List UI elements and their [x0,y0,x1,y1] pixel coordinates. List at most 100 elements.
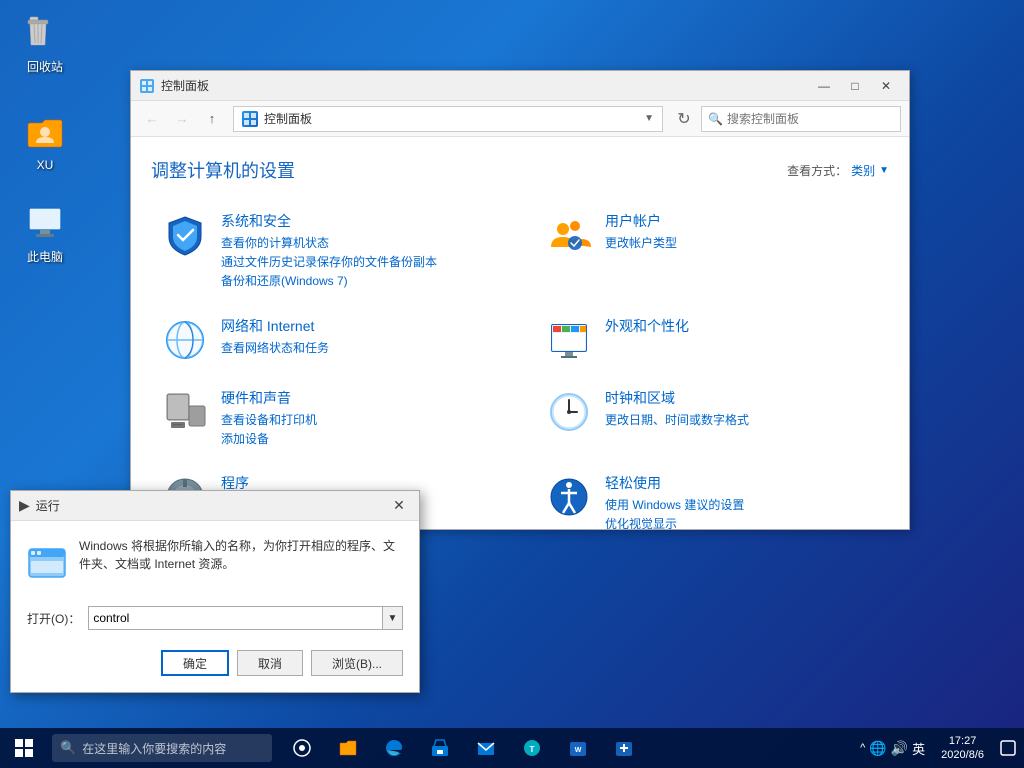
control-panel-title: 控制面板 [161,77,803,94]
taskbar-clock: 17:27 [949,734,977,748]
appearance-name[interactable]: 外观和个性化 [605,316,889,336]
taskbar-app2[interactable]: W [556,728,600,768]
system-security-icon [161,211,209,259]
view-mode-value[interactable]: 类别 [851,162,875,179]
run-dialog-titlebar: ▶ 运行 ✕ [11,491,419,521]
tray-volume-icon[interactable]: 🔊 [891,740,908,757]
notification-button[interactable] [992,728,1024,768]
category-network[interactable]: 网络和 Internet 查看网络状态和任务 [161,308,505,372]
add-device-link[interactable]: 添加设备 [221,430,505,449]
desktop-icon-computer[interactable]: 此电脑 [10,200,80,269]
category-clock[interactable]: 时钟和区域 更改日期、时间或数字格式 [545,380,889,457]
content-header: 调整计算机的设置 查看方式： 类别 ▼ [151,157,889,183]
ease-access-name[interactable]: 轻松使用 [605,473,889,493]
run-command-input[interactable] [88,606,383,630]
svg-text:T: T [530,745,535,754]
maximize-button[interactable]: □ [840,76,870,96]
address-dropdown-icon[interactable]: ▼ [644,113,654,124]
category-system-security[interactable]: 系统和安全 查看你的计算机状态 通过文件历史记录保存你的文件备份副本 备份和还原… [161,203,505,300]
tray-network-icon[interactable]: 🌐 [869,740,886,757]
date-time-link[interactable]: 更改日期、时间或数字格式 [605,411,889,430]
view-devices-link[interactable]: 查看设备和打印机 [221,411,505,430]
search-input[interactable] [727,112,894,126]
file-history-link[interactable]: 通过文件历史记录保存你的文件备份副本 [221,253,505,272]
file-explorer-button[interactable] [326,728,370,768]
recycle-bin-icon [25,14,65,54]
run-title-text: 运行 [36,497,381,514]
category-hardware[interactable]: 硬件和声音 查看设备和打印机 添加设备 [161,380,505,457]
up-button[interactable]: ↑ [199,106,225,132]
run-dropdown-button[interactable]: ▼ [383,606,403,630]
user-folder-icon [25,114,65,154]
run-dialog: ▶ 运行 ✕ Windows 将根据你所输入的名称，为你打开相应的程序、文件夹、… [10,490,420,693]
system-security-name[interactable]: 系统和安全 [221,211,505,231]
task-view-button[interactable] [280,728,324,768]
desktop-icon-user[interactable]: XU [10,110,80,176]
computer-icon [25,204,65,244]
hardware-text: 硬件和声音 查看设备和打印机 添加设备 [221,388,505,449]
run-title-icon: ▶ [19,497,30,514]
hardware-name[interactable]: 硬件和声音 [221,388,505,408]
recycle-bin-label: 回收站 [27,58,63,75]
clock-icon [545,388,593,436]
category-ease-access[interactable]: 轻松使用 使用 Windows 建议的设置 优化视觉显示 [545,465,889,529]
user-icon-label: XU [37,158,54,172]
view-mode-label: 查看方式： [787,162,847,179]
forward-button[interactable]: → [169,106,195,132]
run-cancel-button[interactable]: 取消 [237,650,303,676]
taskbar-app3[interactable] [602,728,646,768]
user-accounts-links: 更改帐户类型 [605,234,889,253]
edge-button[interactable] [372,728,416,768]
appearance-icon [545,316,593,364]
taskbar-app1[interactable]: T [510,728,554,768]
taskbar-tray: ^ 🌐 🔊 英 [852,739,933,758]
run-dialog-content: Windows 将根据你所输入的名称，为你打开相应的程序、文件夹、文档或 Int… [11,521,419,606]
user-accounts-name[interactable]: 用户帐户 [605,211,889,231]
back-button[interactable]: ← [139,106,165,132]
taskbar-right: ^ 🌐 🔊 英 17:27 2020/8/6 [852,728,1024,768]
run-browse-button[interactable]: 浏览(B)... [311,650,403,676]
run-close-button[interactable]: ✕ [387,496,411,516]
change-account-type-link[interactable]: 更改帐户类型 [605,234,889,253]
content-title: 调整计算机的设置 [151,157,295,183]
address-text: 控制面板 [264,110,312,127]
user-accounts-text: 用户帐户 更改帐户类型 [605,211,889,253]
clock-text: 时钟和区域 更改日期、时间或数字格式 [605,388,889,430]
start-button[interactable] [0,728,48,768]
clock-name[interactable]: 时钟和区域 [605,388,889,408]
category-user-accounts[interactable]: 用户帐户 更改帐户类型 [545,203,889,300]
taskbar-date: 2020/8/6 [941,748,984,762]
desktop-icon-recycle-bin[interactable]: 回收站 [10,10,80,79]
category-appearance[interactable]: 外观和个性化 [545,308,889,372]
windows-recommend-link[interactable]: 使用 Windows 建议的设置 [605,496,889,515]
taskbar-search[interactable]: 🔍 在这里输入你要搜索的内容 [52,734,272,762]
window-toolbar: ← → ↑ 控制面板 ▼ ↻ 🔍 [131,101,909,137]
window-controls: — □ ✕ [809,76,901,96]
search-box: 🔍 [701,106,901,132]
tray-lang-label[interactable]: 英 [912,739,925,758]
control-panel-titlebar: 控制面板 — □ ✕ [131,71,909,101]
taskbar-time[interactable]: 17:27 2020/8/6 [933,734,992,762]
refresh-button[interactable]: ↻ [671,106,697,132]
minimize-button[interactable]: — [809,76,839,96]
store-button[interactable] [418,728,462,768]
address-bar[interactable]: 控制面板 ▼ [233,106,663,132]
system-security-links: 查看你的计算机状态 通过文件历史记录保存你的文件备份副本 备份和还原(Windo… [221,234,505,292]
tray-chevron[interactable]: ^ [860,742,865,754]
run-confirm-button[interactable]: 确定 [161,650,229,676]
ease-access-links: 使用 Windows 建议的设置 优化视觉显示 [605,496,889,529]
close-button[interactable]: ✕ [871,76,901,96]
network-status-link[interactable]: 查看网络状态和任务 [221,339,505,358]
network-name[interactable]: 网络和 Internet [221,316,505,336]
system-status-link[interactable]: 查看你的计算机状态 [221,234,505,253]
backup-restore-link[interactable]: 备份和还原(Windows 7) [221,272,505,291]
control-panel-title-icon [139,78,155,94]
hardware-links: 查看设备和打印机 添加设备 [221,411,505,449]
taskbar-center: T W [280,728,646,768]
ease-access-icon [545,473,593,521]
mail-button[interactable] [464,728,508,768]
taskbar-search-placeholder: 在这里输入你要搜索的内容 [82,740,226,757]
category-grid: 系统和安全 查看你的计算机状态 通过文件历史记录保存你的文件备份副本 备份和还原… [151,203,889,529]
view-mode-dropdown-icon[interactable]: ▼ [879,165,889,176]
optimize-visual-link[interactable]: 优化视觉显示 [605,515,889,529]
